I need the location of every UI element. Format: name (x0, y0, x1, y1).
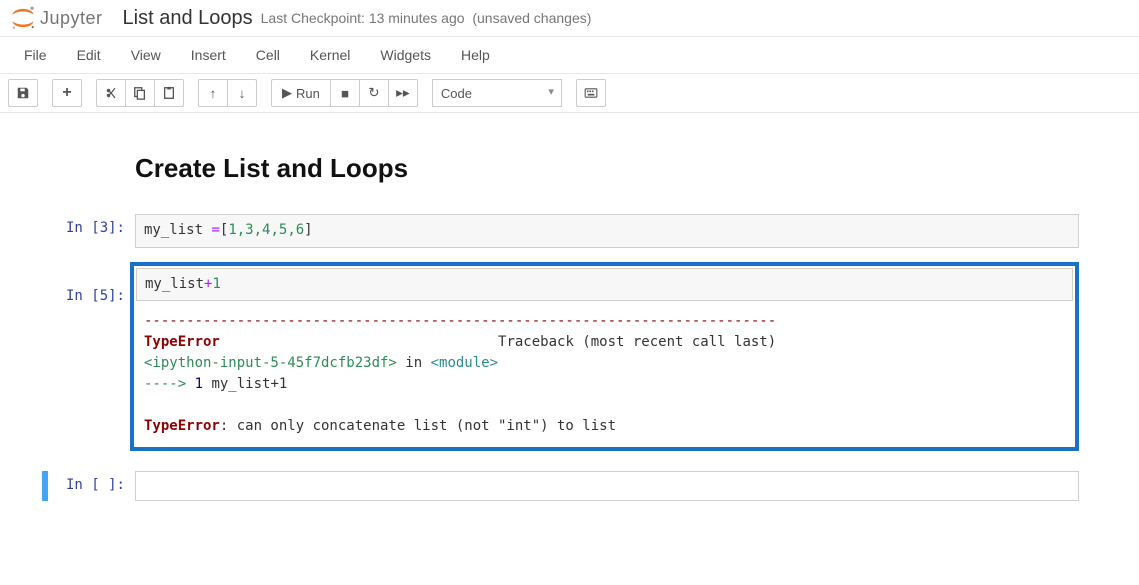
input-prompt: In [5]: (30, 282, 135, 304)
menu-edit[interactable]: Edit (63, 41, 115, 69)
menu-file[interactable]: File (10, 41, 61, 69)
command-palette-button[interactable] (576, 79, 606, 107)
jupyter-logo[interactable]: Jupyter (10, 5, 103, 31)
menu-widgets[interactable]: Widgets (366, 41, 445, 69)
keyboard-icon (584, 88, 598, 98)
code-input[interactable] (135, 471, 1079, 501)
code-cell-empty[interactable]: In [ ]: (30, 471, 1079, 501)
arrow-down-icon: ↓ (239, 86, 246, 101)
code-input[interactable]: my_list+1 (136, 268, 1073, 302)
paste-button[interactable] (154, 79, 184, 107)
heading: Create List and Loops (135, 153, 1079, 184)
notebook-body: Create List and Loops In [3]: my_list =[… (0, 113, 1139, 541)
jupyter-logo-icon (10, 5, 36, 31)
menu-cell[interactable]: Cell (242, 41, 294, 69)
selected-cell-highlight: my_list+1 ------------------------------… (130, 262, 1079, 452)
fast-forward-icon: ▸▸ (396, 85, 409, 101)
plus-icon: + (62, 84, 71, 102)
run-button[interactable]: ▶ Run (271, 79, 331, 107)
save-icon (16, 86, 30, 100)
restart-run-all-button[interactable]: ▸▸ (388, 79, 418, 107)
insert-cell-button[interactable]: + (52, 79, 82, 107)
input-prompt: In [3]: (30, 214, 135, 248)
menu-help[interactable]: Help (447, 41, 504, 69)
copy-icon (133, 86, 147, 100)
cell-select-indicator (42, 471, 48, 501)
menu-view[interactable]: View (117, 41, 175, 69)
logo-text: Jupyter (40, 8, 103, 29)
notebook-header: Jupyter List and Loops Last Checkpoint: … (0, 0, 1139, 37)
stop-icon: ■ (341, 86, 349, 101)
play-icon: ▶ (282, 85, 292, 101)
code-cell[interactable]: In [3]: my_list =[1,3,4,5,6] (30, 214, 1079, 248)
cut-icon (104, 86, 118, 100)
output-error: ----------------------------------------… (136, 301, 1073, 445)
menu-insert[interactable]: Insert (177, 41, 240, 69)
code-cell[interactable]: my_list+1 ------------------------------… (136, 268, 1073, 446)
paste-icon (162, 86, 176, 100)
restart-icon: ↻ (368, 85, 379, 101)
move-down-button[interactable]: ↓ (227, 79, 257, 107)
interrupt-button[interactable]: ■ (330, 79, 360, 107)
restart-button[interactable]: ↻ (359, 79, 389, 107)
cell-type-select[interactable]: Code (432, 79, 562, 107)
toolbar: + ↑ ↓ ▶ Run ■ ↻ ▸▸ (0, 74, 1139, 113)
copy-button[interactable] (125, 79, 155, 107)
checkpoint-text: Last Checkpoint: 13 minutes ago (unsaved… (261, 10, 592, 26)
notebook-title[interactable]: List and Loops (123, 7, 253, 30)
save-button[interactable] (8, 79, 38, 107)
cut-button[interactable] (96, 79, 126, 107)
arrow-up-icon: ↑ (210, 86, 217, 101)
run-label: Run (296, 86, 320, 101)
menubar: File Edit View Insert Cell Kernel Widget… (0, 37, 1139, 74)
code-input[interactable]: my_list =[1,3,4,5,6] (135, 214, 1079, 248)
menu-kernel[interactable]: Kernel (296, 41, 364, 69)
markdown-cell[interactable]: Create List and Loops (135, 153, 1079, 184)
move-up-button[interactable]: ↑ (198, 79, 228, 107)
